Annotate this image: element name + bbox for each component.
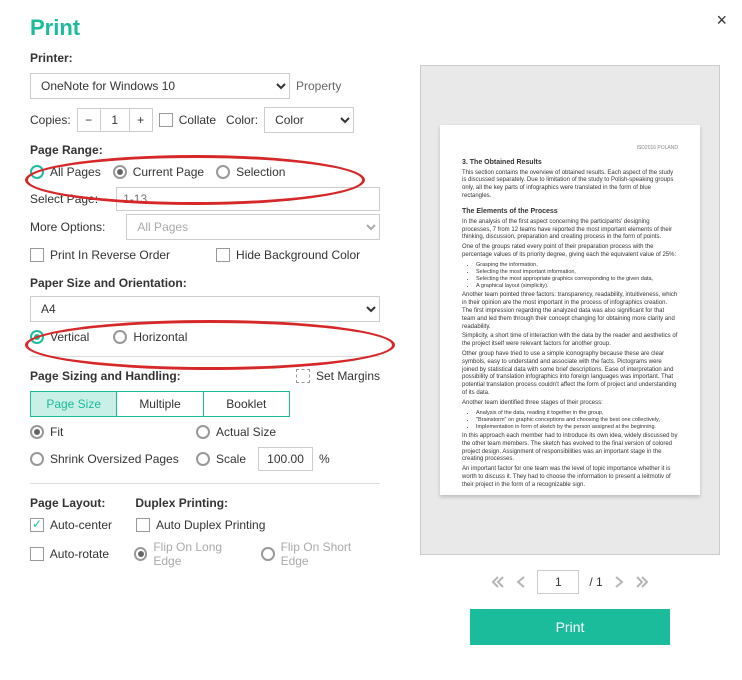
horizontal-label: Horizontal bbox=[133, 330, 187, 344]
doc-p5: Simplicity, a short time of interaction … bbox=[462, 333, 678, 349]
auto-duplex-checkbox[interactable] bbox=[136, 518, 150, 532]
tab-page-size[interactable]: Page Size bbox=[31, 392, 117, 416]
radio-flip-long bbox=[134, 547, 148, 561]
doc-b4: A graphical layout (simplicity). bbox=[476, 283, 678, 290]
nav-page-input[interactable] bbox=[537, 570, 579, 594]
doc-p8: In this approach each member had to intr… bbox=[462, 433, 678, 464]
doc-b3: Selecting the most appropriate graphics … bbox=[476, 276, 678, 283]
nav-first-icon[interactable] bbox=[491, 575, 505, 589]
dialog-title: Print bbox=[0, 0, 742, 51]
more-options-label: More Options: bbox=[30, 220, 118, 234]
radio-shrink[interactable] bbox=[30, 452, 44, 466]
radio-actual-size[interactable] bbox=[196, 425, 210, 439]
doc-header: ISD2016 POLAND bbox=[462, 145, 678, 152]
reverse-checkbox[interactable] bbox=[30, 248, 44, 262]
print-button[interactable]: Print bbox=[470, 609, 670, 645]
collate-label: Collate bbox=[179, 113, 216, 127]
select-page-input[interactable] bbox=[116, 187, 380, 211]
fit-label: Fit bbox=[50, 425, 190, 439]
paper-size-select[interactable]: A4 bbox=[30, 296, 380, 322]
hide-bg-checkbox[interactable] bbox=[216, 248, 230, 262]
preview-box: ISD2016 POLAND 3. The Obtained Results T… bbox=[420, 65, 720, 555]
preview-panel: ISD2016 POLAND 3. The Obtained Results T… bbox=[420, 65, 720, 645]
printer-property-link[interactable]: Property bbox=[296, 79, 341, 93]
doc-p3: One of the groups rated every point of t… bbox=[462, 244, 678, 260]
copies-stepper[interactable]: − 1 + bbox=[77, 108, 153, 132]
radio-fit[interactable] bbox=[30, 425, 44, 439]
selection-label: Selection bbox=[236, 165, 285, 179]
doc-c3: Implementation in form of sketch by the … bbox=[476, 424, 678, 431]
doc-p7: Another team identified three stages of … bbox=[462, 400, 678, 408]
doc-p1: This section contains the overview of ob… bbox=[462, 170, 678, 201]
color-select[interactable]: Color bbox=[264, 107, 354, 133]
nav-prev-icon[interactable] bbox=[515, 575, 527, 589]
tab-booklet[interactable]: Booklet bbox=[204, 392, 289, 416]
set-margins-link[interactable]: Set Margins bbox=[316, 369, 380, 383]
scale-label: Scale bbox=[216, 452, 246, 466]
doc-h1: 3. The Obtained Results bbox=[462, 158, 678, 167]
radio-current-page[interactable] bbox=[113, 165, 127, 179]
copies-plus[interactable]: + bbox=[130, 109, 152, 131]
autocenter-checkbox[interactable] bbox=[30, 518, 44, 532]
color-label: Color: bbox=[226, 113, 258, 127]
printer-select[interactable]: OneNote for Windows 10 bbox=[30, 73, 290, 99]
radio-all-pages[interactable] bbox=[30, 165, 44, 179]
radio-scale[interactable] bbox=[196, 452, 210, 466]
doc-p2: In the analysis of the first aspect conc… bbox=[462, 219, 678, 242]
nav-total: / 1 bbox=[589, 575, 602, 589]
close-icon[interactable]: × bbox=[716, 10, 727, 31]
doc-p6: Other group have tried to use a simple i… bbox=[462, 351, 678, 398]
doc-b1: Grasping the information, bbox=[476, 262, 678, 269]
settings-panel: Printer: OneNote for Windows 10 Property… bbox=[0, 51, 410, 576]
radio-flip-short bbox=[261, 547, 275, 561]
copies-value[interactable]: 1 bbox=[100, 109, 130, 131]
copies-minus[interactable]: − bbox=[78, 109, 100, 131]
layout-label: Page Layout: bbox=[30, 496, 105, 510]
radio-selection[interactable] bbox=[216, 165, 230, 179]
sizing-label: Page Sizing and Handling: bbox=[30, 369, 181, 383]
duplex-label: Duplex Printing: bbox=[135, 496, 228, 510]
reverse-label: Print In Reverse Order bbox=[50, 248, 170, 262]
doc-c2: "Brainstorm" on graphic conceptions and … bbox=[476, 417, 678, 424]
copies-label: Copies: bbox=[30, 113, 71, 127]
sizing-tabs: Page Size Multiple Booklet bbox=[30, 391, 290, 417]
doc-c1: Analysis of the data, reading it togethe… bbox=[476, 410, 678, 417]
autocenter-label: Auto-center bbox=[50, 518, 130, 532]
preview-page: ISD2016 POLAND 3. The Obtained Results T… bbox=[440, 125, 700, 495]
margins-icon bbox=[296, 369, 310, 383]
doc-p9: An important factor for one team was the… bbox=[462, 466, 678, 489]
nav-next-icon[interactable] bbox=[613, 575, 625, 589]
nav-last-icon[interactable] bbox=[635, 575, 649, 589]
select-page-label: Select Page: bbox=[30, 192, 108, 206]
scale-input[interactable] bbox=[258, 447, 313, 471]
actual-size-label: Actual Size bbox=[216, 425, 276, 439]
flip-short-label: Flip On Short Edge bbox=[281, 540, 380, 568]
current-page-label: Current Page bbox=[133, 165, 204, 179]
hide-bg-label: Hide Background Color bbox=[236, 248, 360, 262]
collate-checkbox[interactable] bbox=[159, 113, 173, 127]
paper-label: Paper Size and Orientation: bbox=[30, 276, 380, 290]
auto-duplex-label: Auto Duplex Printing bbox=[156, 518, 265, 532]
flip-long-label: Flip On Long Edge bbox=[153, 540, 250, 568]
printer-label: Printer: bbox=[30, 51, 73, 65]
all-pages-label: All Pages bbox=[50, 165, 101, 179]
radio-vertical[interactable] bbox=[30, 330, 44, 344]
doc-b2: Selecting the most important information… bbox=[476, 269, 678, 276]
shrink-label: Shrink Oversized Pages bbox=[50, 452, 190, 466]
tab-multiple[interactable]: Multiple bbox=[117, 392, 203, 416]
page-range-label: Page Range: bbox=[30, 143, 380, 157]
radio-horizontal[interactable] bbox=[113, 330, 127, 344]
doc-p4: Another team pointed three factors: tran… bbox=[462, 292, 678, 331]
doc-h2: The Elements of the Process bbox=[462, 207, 678, 216]
autorotate-checkbox[interactable] bbox=[30, 547, 44, 561]
vertical-label: Vertical bbox=[50, 330, 89, 344]
scale-pct: % bbox=[319, 452, 330, 466]
more-options-select[interactable]: All Pages bbox=[126, 214, 380, 240]
autorotate-label: Auto-rotate bbox=[50, 547, 128, 561]
page-nav: / 1 bbox=[420, 570, 720, 594]
